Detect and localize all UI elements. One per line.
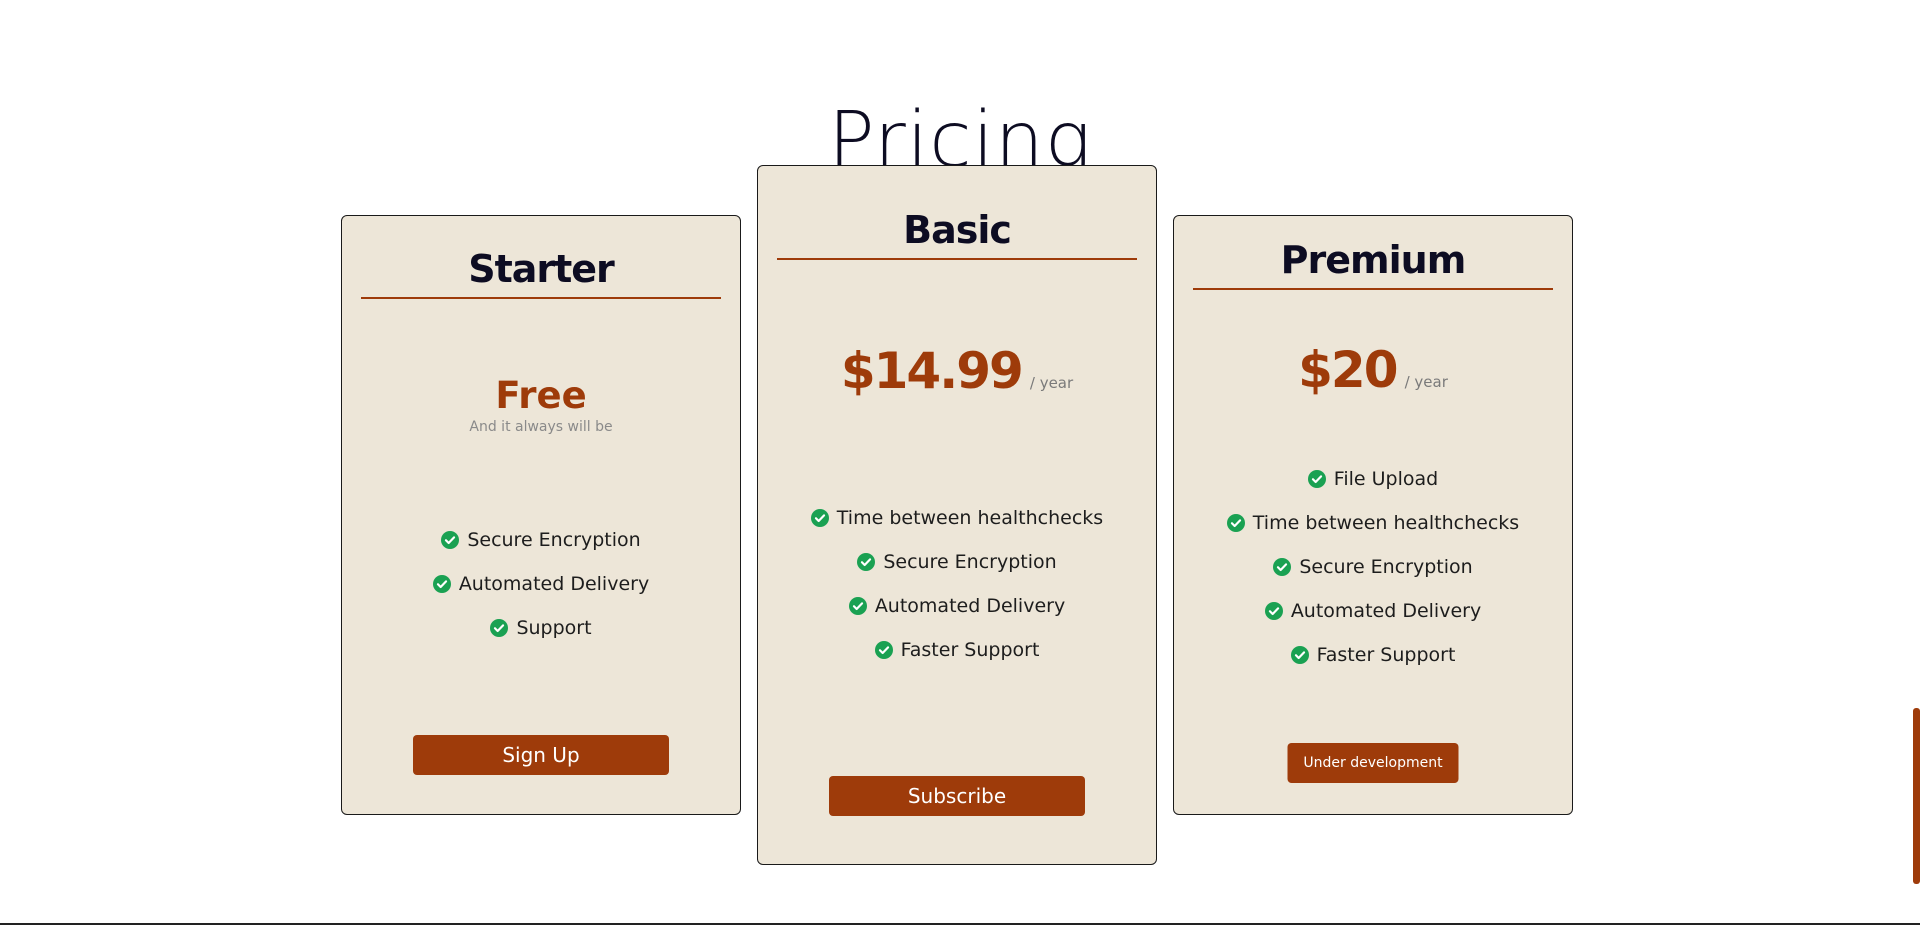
check-circle-icon	[874, 641, 893, 659]
pricing-card-basic: Basic $14.99 / year Time between healthc…	[757, 165, 1157, 865]
feature-list: File Upload Time between healthchecks Se…	[1174, 457, 1572, 677]
price-block: $14.99 / year	[758, 342, 1156, 400]
feature-label: Time between healthchecks	[1252, 512, 1520, 534]
feature-label: Secure Encryption	[883, 551, 1057, 573]
feature-label: Secure Encryption	[1299, 556, 1473, 578]
check-circle-icon	[1290, 646, 1309, 664]
feature-item: Faster Support	[758, 628, 1156, 672]
feature-item: Support	[342, 606, 740, 650]
check-circle-icon	[857, 553, 876, 571]
feature-label: Time between healthchecks	[836, 507, 1104, 529]
plan-name: Premium	[1193, 238, 1553, 290]
price-block: Free And it always will be	[342, 374, 740, 435]
check-circle-icon	[1226, 514, 1245, 532]
pricing-card-starter: Starter Free And it always will be Secur…	[341, 215, 741, 815]
feature-item: Secure Encryption	[1174, 545, 1572, 589]
check-circle-icon	[810, 509, 829, 527]
plan-period: / year	[1404, 373, 1448, 391]
plan-price: $14.99	[840, 342, 1024, 400]
feature-label: File Upload	[1333, 468, 1439, 490]
pricing-card-premium: Premium $20 / year File Upload Time betw…	[1173, 215, 1573, 815]
plan-name: Starter	[361, 247, 721, 299]
plan-price: $20	[1298, 341, 1398, 399]
plan-period: / year	[1029, 374, 1074, 392]
subscribe-button[interactable]: Subscribe	[829, 776, 1085, 816]
plan-price: Free	[495, 374, 587, 417]
check-circle-icon	[1273, 558, 1292, 576]
feature-item: Secure Encryption	[758, 540, 1156, 584]
feature-label: Automated Delivery	[874, 595, 1066, 617]
feature-item: Time between healthchecks	[1174, 501, 1572, 545]
sign-up-button[interactable]: Sign Up	[413, 735, 669, 775]
check-circle-icon	[1264, 602, 1283, 620]
check-circle-icon	[441, 531, 460, 549]
check-circle-icon	[1307, 470, 1326, 488]
check-circle-icon	[848, 597, 867, 615]
feature-label: Support	[516, 617, 592, 639]
plan-tagline: And it always will be	[469, 419, 613, 435]
under-development-button[interactable]: Under development	[1287, 743, 1459, 783]
feature-label: Automated Delivery	[458, 573, 650, 595]
pricing-page: Pricing Starter Free And it always will …	[0, 0, 1920, 925]
scrollbar-thumb[interactable]	[1913, 708, 1920, 884]
feature-item: Automated Delivery	[342, 562, 740, 606]
feature-item: Secure Encryption	[342, 518, 740, 562]
feature-label: Faster Support	[900, 639, 1040, 661]
feature-label: Automated Delivery	[1290, 600, 1482, 622]
feature-label: Faster Support	[1316, 644, 1456, 666]
feature-item: Faster Support	[1174, 633, 1572, 677]
feature-item: Time between healthchecks	[758, 496, 1156, 540]
check-circle-icon	[432, 575, 451, 593]
check-circle-icon	[490, 619, 509, 637]
feature-list: Secure Encryption Automated Delivery Sup…	[342, 518, 740, 650]
feature-item: File Upload	[1174, 457, 1572, 501]
feature-item: Automated Delivery	[758, 584, 1156, 628]
price-block: $20 / year	[1174, 341, 1572, 399]
feature-item: Automated Delivery	[1174, 589, 1572, 633]
feature-label: Secure Encryption	[467, 529, 641, 551]
feature-list: Time between healthchecks Secure Encrypt…	[758, 496, 1156, 672]
plan-name: Basic	[777, 208, 1137, 260]
